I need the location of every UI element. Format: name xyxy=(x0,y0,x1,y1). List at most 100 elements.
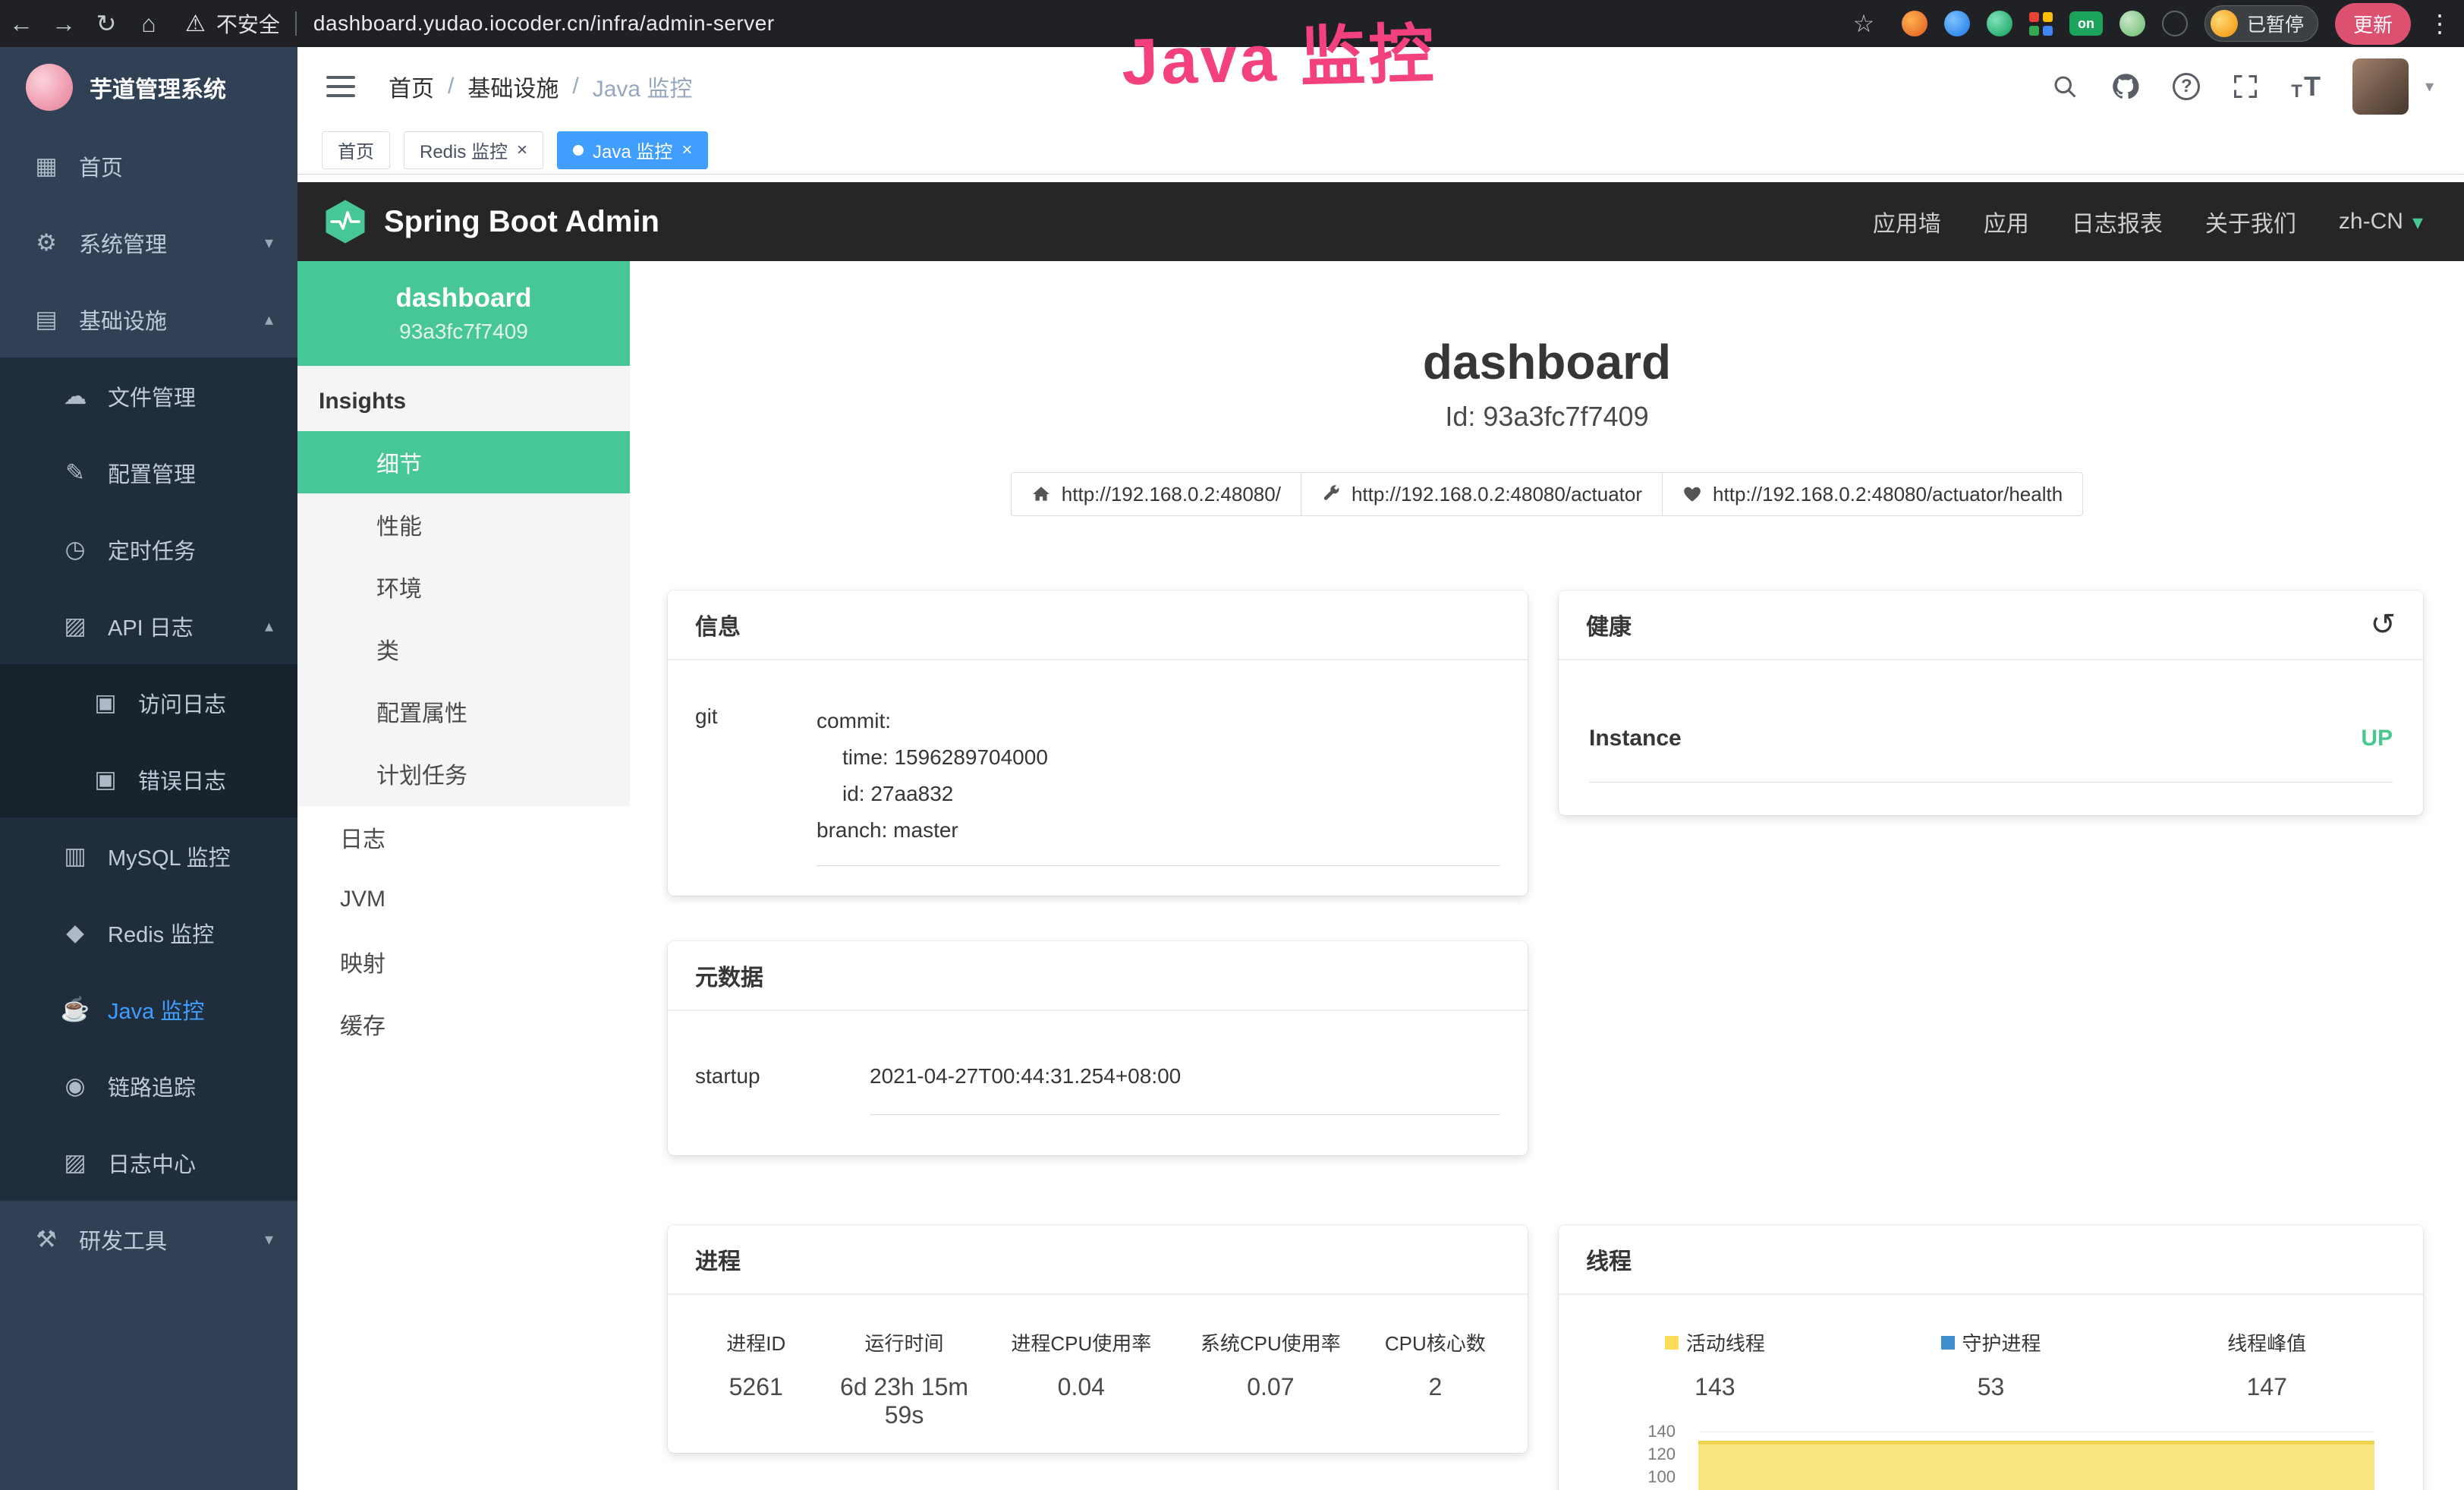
process-col-cpus: CPU核心数 2 xyxy=(1361,1328,1509,1429)
sidebar-item-api-logs[interactable]: ▨ API 日志 ▴ xyxy=(0,587,297,664)
sidebar-item-dev-tools[interactable]: ⚒ 研发工具 ▾ xyxy=(0,1201,297,1277)
search-icon[interactable] xyxy=(2051,73,2079,100)
doc-icon: ▣ xyxy=(90,766,121,793)
java-icon: ☕ xyxy=(59,995,91,1023)
gear-icon: ⚙ xyxy=(30,229,62,257)
help-icon[interactable]: ? xyxy=(2173,73,2200,100)
sba-main: dashboard Id: 93a3fc7f7409 http://192.16… xyxy=(630,261,2464,1490)
sba-menu-mappings[interactable]: 映射 xyxy=(297,931,630,993)
sba-menu-classes[interactable]: 类 xyxy=(297,618,630,680)
sba-menu-performance[interactable]: 性能 xyxy=(297,493,630,556)
extension-grid-icon[interactable] xyxy=(2029,12,2053,36)
close-icon[interactable]: × xyxy=(517,140,527,161)
process-col-process-cpu: 进程CPU使用率 0.04 xyxy=(983,1328,1180,1429)
live-threads-area xyxy=(1698,1441,2374,1490)
history-icon[interactable]: ↺ xyxy=(2370,607,2396,642)
avatar-caret-icon[interactable]: ▾ xyxy=(2425,77,2434,96)
info-card-header: 信息 xyxy=(668,591,1528,660)
security-indicator[interactable]: ⚠ 不安全 xyxy=(185,8,280,39)
extension-on-badge-icon[interactable]: on xyxy=(2069,11,2103,36)
actuator-url-button[interactable]: http://192.168.0.2:48080/actuator xyxy=(1301,472,1663,516)
sba-menu-scheduled-tasks[interactable]: 计划任务 xyxy=(297,742,630,805)
instance-url-button[interactable]: http://192.168.0.2:48080/ xyxy=(1011,472,1301,516)
tag-home[interactable]: 首页 xyxy=(322,131,390,169)
sidebar-item-infra[interactable]: ▤ 基础设施 ▴ xyxy=(0,281,297,358)
sba-menu-details[interactable]: 细节 xyxy=(297,431,630,493)
sidebar-item-access-logs[interactable]: ▣ 访问日志 xyxy=(0,664,297,741)
home-icon[interactable]: ⌂ xyxy=(127,10,170,38)
sba-brand[interactable]: Spring Boot Admin xyxy=(325,199,659,244)
sidebar-item-files[interactable]: ☁ 文件管理 xyxy=(0,358,297,434)
update-button[interactable]: 更新 xyxy=(2335,3,2411,45)
insights-group: Insights 细节 性能 环境 类 配置属性 计划任务 xyxy=(297,366,630,806)
sidebar-item-home[interactable]: ▦ 首页 xyxy=(0,128,297,204)
sba-menu-environment[interactable]: 环境 xyxy=(297,556,630,618)
app-logo[interactable]: 芋道管理系统 xyxy=(0,47,297,128)
back-icon[interactable]: ← xyxy=(0,10,42,38)
tag-redis-monitor[interactable]: Redis 监控 × xyxy=(404,131,543,169)
instance-header[interactable]: dashboard 93a3fc7f7409 xyxy=(297,261,630,366)
chevron-down-icon: ▾ xyxy=(265,233,273,253)
sba-menu-logs[interactable]: 日志 xyxy=(297,806,630,868)
instance-links: http://192.168.0.2:48080/ http://192.168… xyxy=(630,472,2464,516)
font-size-icon[interactable]: TT xyxy=(2291,71,2321,102)
fullscreen-icon[interactable] xyxy=(2232,73,2259,100)
database-icon: ▥ xyxy=(59,843,91,870)
health-url-button[interactable]: http://192.168.0.2:48080/actuator/health xyxy=(1662,472,2083,516)
tag-java-monitor[interactable]: Java 监控 × xyxy=(557,131,708,169)
sidebar-item-config[interactable]: ✎ 配置管理 xyxy=(0,434,297,511)
chevron-up-icon: ▴ xyxy=(265,310,273,329)
forward-icon[interactable]: → xyxy=(42,10,85,38)
edit-icon: ✎ xyxy=(59,459,91,487)
sidebar-item-java-monitor[interactable]: ☕ Java 监控 xyxy=(0,971,297,1047)
sba-menu-jvm[interactable]: JVM xyxy=(297,868,630,931)
hamburger-icon[interactable] xyxy=(326,76,355,97)
chevron-down-icon: ▾ xyxy=(2412,209,2423,235)
extension-icon-leaf[interactable] xyxy=(2119,11,2145,36)
process-col-uptime: 运行时间 6d 23h 15m 59s xyxy=(826,1328,982,1429)
extension-puzzle-icon[interactable] xyxy=(2162,11,2188,36)
bookmark-star-icon[interactable]: ☆ xyxy=(1842,9,1885,38)
chevron-up-icon: ▴ xyxy=(265,616,273,636)
user-avatar[interactable] xyxy=(2352,58,2409,115)
sba-menu-caches[interactable]: 缓存 xyxy=(297,993,630,1055)
sba-nav-wallboard[interactable]: 应用墙 xyxy=(1873,205,1941,238)
info-row-git: git commit: time: 1596289704000 id: 27aa… xyxy=(695,703,1500,866)
profile-chip[interactable]: 已暂停 xyxy=(2204,5,2318,42)
sidebar-item-tracing[interactable]: ◉ 链路追踪 xyxy=(0,1047,297,1124)
reload-icon[interactable]: ↻ xyxy=(85,9,127,38)
infra-icon: ▤ xyxy=(30,306,62,333)
screen: ← → ↻ ⌂ ⚠ 不安全 dashboard.yudao.iocoder.cn… xyxy=(0,0,2464,1490)
github-icon[interactable] xyxy=(2110,71,2141,102)
breadcrumb-infra[interactable]: 基础设施 xyxy=(467,70,559,103)
sba-nav-about[interactable]: 关于我们 xyxy=(2205,205,2296,238)
cards-grid: 信息 git commit: time: 1596289704000 id: 2… xyxy=(668,591,2423,1490)
profile-label: 已暂停 xyxy=(2247,10,2304,37)
breadcrumb-home[interactable]: 首页 xyxy=(389,70,434,103)
extension-icon-green[interactable] xyxy=(1987,11,2012,36)
extension-icon-orange[interactable] xyxy=(1902,11,1927,36)
app-logo-icon xyxy=(26,64,73,111)
sidebar-item-system[interactable]: ⚙ 系统管理 ▾ xyxy=(0,204,297,281)
sidebar-item-log-center[interactable]: ▨ 日志中心 xyxy=(0,1124,297,1201)
close-icon[interactable]: × xyxy=(681,140,692,161)
health-card-header: 健康 ↺ xyxy=(1559,591,2423,660)
locale-selector[interactable]: zh-CN ▾ xyxy=(2339,209,2423,235)
sba-nav-applications[interactable]: 应用 xyxy=(1984,205,2029,238)
log-center-icon: ▨ xyxy=(59,1149,91,1177)
sidebar-item-mysql-monitor[interactable]: ▥ MySQL 监控 xyxy=(0,817,297,894)
breadcrumb: 首页 / 基础设施 / Java 监控 xyxy=(389,70,692,103)
extension-icon-blue[interactable] xyxy=(1944,11,1970,36)
sidebar-item-redis-monitor[interactable]: ◆ Redis 监控 xyxy=(0,894,297,971)
header-actions: ? TT ▾ xyxy=(2051,58,2434,115)
sidebar-item-error-logs[interactable]: ▣ 错误日志 xyxy=(0,741,297,817)
metadata-row-startup: startup 2021-04-27T00:44:31.254+08:00 xyxy=(695,1064,1500,1115)
browser-menu-icon[interactable]: ⋮ xyxy=(2428,9,2450,38)
sidebar-item-scheduled-jobs[interactable]: ◷ 定时任务 xyxy=(0,511,297,587)
doc-icon: ▣ xyxy=(90,689,121,717)
sba-nav-journal[interactable]: 日志报表 xyxy=(2072,205,2163,238)
page-title: dashboard xyxy=(630,334,2464,390)
wrench-icon xyxy=(1321,484,1341,504)
address-bar[interactable]: dashboard.yudao.iocoder.cn/infra/admin-s… xyxy=(295,11,775,36)
sba-menu-config-props[interactable]: 配置属性 xyxy=(297,680,630,742)
